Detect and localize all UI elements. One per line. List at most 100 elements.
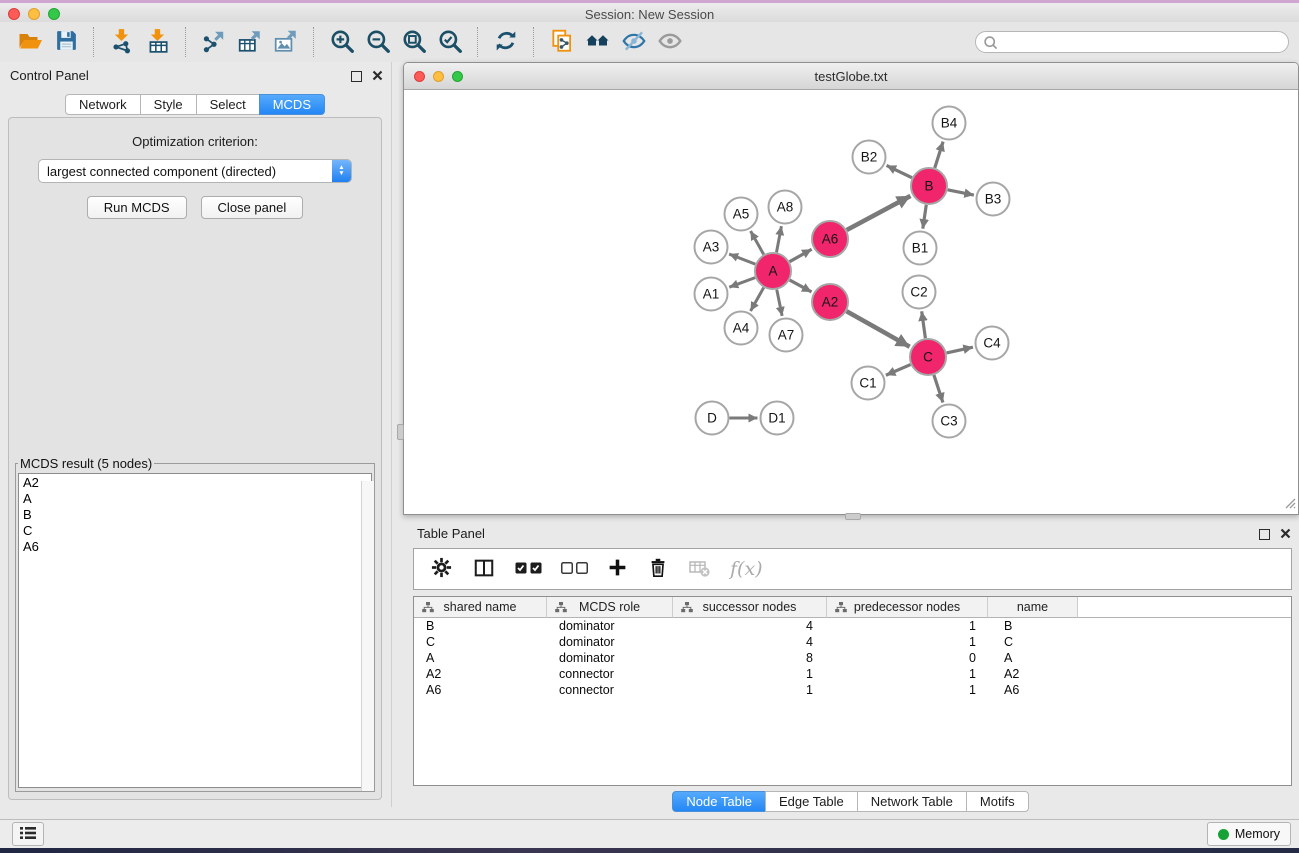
table-cell[interactable]: dominator <box>547 634 673 650</box>
tab-mcds[interactable]: MCDS <box>259 94 325 115</box>
add-column-button[interactable] <box>607 557 628 581</box>
tab-network-table[interactable]: Network Table <box>857 791 967 812</box>
table-row[interactable]: A6connector11A6 <box>414 682 1291 698</box>
show-details-button[interactable] <box>652 25 688 59</box>
graph-edge-B-B1[interactable] <box>923 205 926 229</box>
table-cell[interactable]: A6 <box>988 682 1078 698</box>
function-builder-button-disabled[interactable]: f(x) <box>730 558 763 580</box>
graph-edge-A-A2[interactable] <box>790 280 812 292</box>
graph-node-A5[interactable]: A5 <box>725 198 758 231</box>
import-table-button[interactable] <box>140 25 176 59</box>
table-cell[interactable]: C <box>414 634 547 650</box>
table-row[interactable]: Bdominator41B <box>414 618 1291 634</box>
table-cell[interactable]: 4 <box>673 618 827 634</box>
import-network-button[interactable] <box>104 25 140 59</box>
tab-network[interactable]: Network <box>65 94 141 115</box>
desktop-vertical-scrollbar[interactable] <box>397 424 404 440</box>
network-canvas[interactable]: B4B2BB3A5A8A6A3B1AC2A1A2A4A7C4CC1C3DD1 <box>405 90 1297 513</box>
tab-select[interactable]: Select <box>196 94 260 115</box>
graph-edge-A-A5[interactable] <box>751 231 764 254</box>
tab-node-table[interactable]: Node Table <box>672 791 766 812</box>
graph-edge-A-A7[interactable] <box>777 290 782 316</box>
graph-node-B2[interactable]: B2 <box>853 141 886 174</box>
close-panel-button[interactable]: Close panel <box>201 196 304 219</box>
select-all-button[interactable] <box>515 562 542 577</box>
table-cell[interactable]: dominator <box>547 650 673 666</box>
zoom-out-button[interactable] <box>360 25 396 59</box>
table-cell[interactable]: A6 <box>414 682 547 698</box>
mcds-result-item[interactable]: A6 <box>19 539 371 555</box>
tab-style[interactable]: Style <box>140 94 197 115</box>
table-cell[interactable]: 1 <box>673 666 827 682</box>
column-header-MCDS-role[interactable]: MCDS role <box>547 597 673 618</box>
table-cell[interactable]: 1 <box>827 618 988 634</box>
mcds-result-item[interactable]: C <box>19 523 371 539</box>
close-panel-icon[interactable] <box>372 69 383 84</box>
table-cell[interactable]: dominator <box>547 618 673 634</box>
table-cell[interactable]: A <box>988 650 1078 666</box>
graph-node-C3[interactable]: C3 <box>933 405 966 438</box>
save-session-button[interactable] <box>48 25 84 59</box>
hide-details-button[interactable] <box>616 25 652 59</box>
mcds-result-item[interactable]: A <box>19 491 371 507</box>
graph-node-A4[interactable]: A4 <box>725 312 758 345</box>
graph-node-A7[interactable]: A7 <box>770 319 803 352</box>
apply-layout-button[interactable] <box>488 25 524 59</box>
graph-node-B3[interactable]: B3 <box>977 183 1010 216</box>
table-cell[interactable]: connector <box>547 666 673 682</box>
table-settings-button[interactable] <box>430 556 453 582</box>
graph-edge-A-A6[interactable] <box>790 249 812 261</box>
graph-node-A1[interactable]: A1 <box>695 278 728 311</box>
graph-edge-B-B3[interactable] <box>948 190 974 195</box>
graph-node-B4[interactable]: B4 <box>933 107 966 140</box>
resize-grip[interactable] <box>1283 496 1296 512</box>
task-history-button[interactable] <box>12 822 44 846</box>
show-columns-button[interactable] <box>472 557 496 582</box>
graph-edge-C-C2[interactable] <box>922 311 926 338</box>
graph-edge-A-A1[interactable] <box>729 278 755 288</box>
export-table-button[interactable] <box>232 25 268 59</box>
delete-table-button-disabled[interactable] <box>688 557 711 581</box>
graph-node-C1[interactable]: C1 <box>852 367 885 400</box>
table-cell[interactable]: A2 <box>988 666 1078 682</box>
zoom-selected-button[interactable] <box>432 25 468 59</box>
graph-edge-A2-C[interactable] <box>847 311 910 346</box>
run-mcds-button[interactable]: Run MCDS <box>87 196 187 219</box>
table-close-panel-icon[interactable] <box>1280 527 1291 542</box>
graph-edge-C-C3[interactable] <box>934 375 943 402</box>
table-cell[interactable]: 1 <box>827 682 988 698</box>
graph-edge-C-C1[interactable] <box>886 365 911 376</box>
table-cell[interactable]: 1 <box>827 666 988 682</box>
delete-column-button[interactable] <box>647 556 669 582</box>
zoom-in-button[interactable] <box>324 25 360 59</box>
graph-node-C2[interactable]: C2 <box>903 276 936 309</box>
desktop-horizontal-scrollbar[interactable] <box>845 513 861 520</box>
table-cell[interactable]: 1 <box>673 682 827 698</box>
result-scrollbar[interactable] <box>361 481 374 791</box>
graph-node-A8[interactable]: A8 <box>769 191 802 224</box>
graph-edge-B-B2[interactable] <box>887 165 912 177</box>
export-image-button[interactable] <box>268 25 304 59</box>
column-header-shared-name[interactable]: shared name <box>414 597 547 618</box>
column-header-successor-nodes[interactable]: successor nodes <box>673 597 827 618</box>
graph-node-B[interactable]: B <box>911 168 947 204</box>
table-cell[interactable]: B <box>414 618 547 634</box>
graph-edge-A-A8[interactable] <box>777 226 782 252</box>
table-row[interactable]: A2connector11A2 <box>414 666 1291 682</box>
table-row[interactable]: Adominator80A <box>414 650 1291 666</box>
graph-edge-A-A3[interactable] <box>729 254 755 264</box>
graph-node-D[interactable]: D <box>696 402 729 435</box>
table-float-panel-icon[interactable] <box>1259 529 1270 540</box>
criterion-dropdown[interactable]: largest connected component (directed) ▲… <box>38 159 352 183</box>
zoom-fit-button[interactable] <box>396 25 432 59</box>
search-input[interactable] <box>975 31 1289 53</box>
tab-motifs[interactable]: Motifs <box>966 791 1029 812</box>
deselect-all-button[interactable] <box>561 562 588 577</box>
table-cell[interactable]: A <box>414 650 547 666</box>
column-header-predecessor-nodes[interactable]: predecessor nodes <box>827 597 988 618</box>
graph-node-A[interactable]: A <box>755 253 791 289</box>
graph-edge-A6-B[interactable] <box>847 196 911 230</box>
graph-edge-C-C4[interactable] <box>947 347 973 353</box>
column-header-name[interactable]: name <box>988 597 1078 618</box>
graph-node-D1[interactable]: D1 <box>761 402 794 435</box>
